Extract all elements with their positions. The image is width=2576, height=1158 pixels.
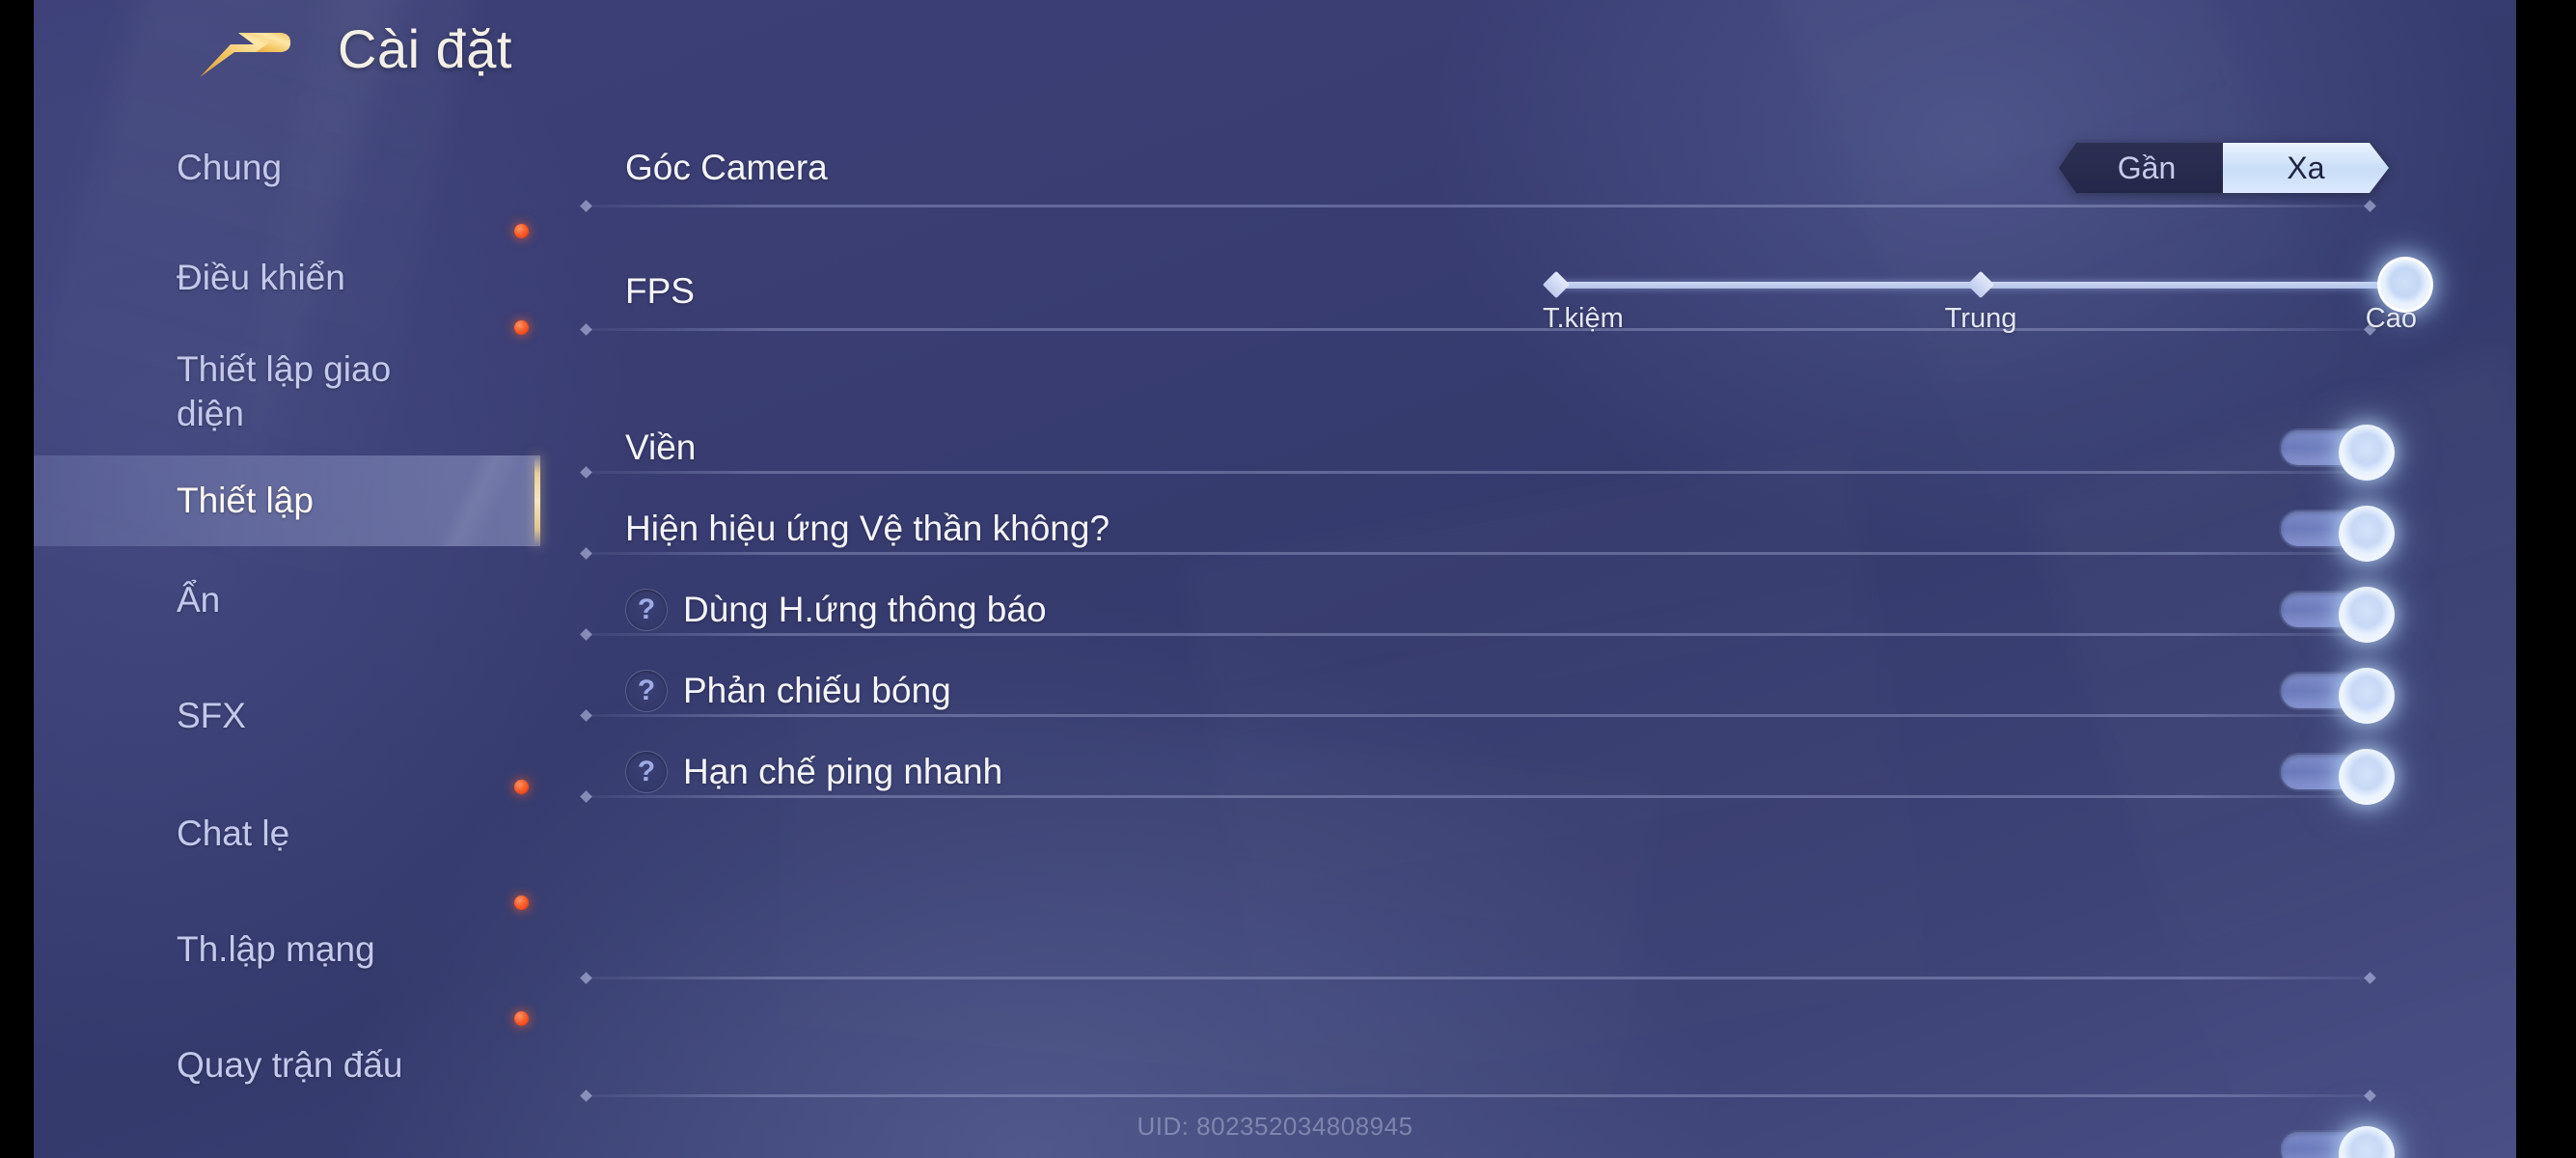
row-label: Hạn chế ping nhanh [683,752,1003,791]
settings-row: ? Hạn chế ping nhanh [540,731,2516,813]
settings-row: Góc Camera Gần Xa [540,127,2516,208]
help-question-icon[interactable]: ? [625,670,668,712]
sidebar-active-accent-bar [534,455,540,546]
sidebar-item-label: Điều khiển [177,258,345,298]
segment-option-1[interactable]: Xa [2223,143,2389,193]
game-settings-screen: Cài đặt Chung Điều khiển Thiết lập giao di… [0,0,2576,1158]
letterbox-left [0,0,34,1158]
sidebar-item-2[interactable]: Thiết lập giao diện [34,334,540,450]
toggle-knob[interactable] [2339,668,2395,724]
sidebar-item-7[interactable]: Th.lập mạng [34,909,540,990]
settings-sidebar[interactable]: Chung Điều khiển Thiết lập giao diện Thiết … [34,127,540,1158]
row-label-group: FPS [540,271,695,312]
sidebar-item-5[interactable]: SFX [34,676,540,757]
sidebar-item-label: Quay trận đấu [177,1045,403,1086]
toggle-knob[interactable] [2339,425,2395,481]
sidebar-item-label: Thiết lập [177,481,314,521]
settings-row: Viền [540,407,2516,488]
row-label: Phản chiếu bóng [683,671,951,710]
row-label-group: Hiện hiệu ứng Vệ thần không? [540,509,1110,549]
toggle-track [2279,587,2395,643]
row-label-group: Viền [540,427,696,468]
sidebar-item-6[interactable]: Chat lẹ [34,793,540,874]
slider-tick-1 [1966,270,1995,299]
row-label-group: ? Phản chiếu bóng [540,670,951,712]
setting-toggle-switch[interactable] [2279,668,2402,724]
sidebar-item-label: Chung [177,148,283,188]
settings-panel: Cài đặt Chung Điều khiển Thiết lập giao di… [34,0,2516,1158]
uid-text: UID: 802352034808945 [1137,1112,1413,1141]
sidebar-item-label: Chat lẹ [177,813,290,854]
camera-angle-segmented-control[interactable]: Gần Xa [2059,143,2389,193]
slider-tick-labels: T.kiệm Trung Cao [1543,303,2417,334]
sidebar-item-3[interactable]: Thiết lập [34,455,540,546]
sidebar-item-label: Thiết lập giao diện [177,349,392,433]
sidebar-badge-dot [514,780,529,794]
slider-tick-0 [1542,270,1571,299]
game-d-logo-icon [196,27,296,83]
letterbox-right [2516,0,2576,1158]
settings-row: ? Dùng H.ứng thông báo [540,569,2516,650]
toggle-knob[interactable] [2339,506,2395,562]
settings-row: ? Phản chiếu bóng [540,650,2516,731]
setting-toggle-switch[interactable] [2279,506,2402,562]
page-title: Cài đặt [338,18,512,79]
toggle-track [2279,668,2395,724]
toggle-knob[interactable] [2339,749,2395,805]
row-label: Góc Camera [625,148,828,187]
sidebar-badge-dot [514,1011,529,1026]
sidebar-badge-dot [514,224,529,238]
sidebar-badge-dot [514,320,529,335]
settings-content: Góc Camera Gần Xa FPS T.kiệm Trung Cao Viền Hiện… [540,127,2516,1158]
help-question-icon[interactable]: ? [625,589,668,631]
sidebar-item-label: Th.lập mạng [177,929,375,970]
toggle-track [2279,506,2395,562]
sidebar-item-4[interactable]: Ẩn [34,560,540,641]
help-question-icon[interactable]: ? [625,751,668,793]
row-label-group: ? Dùng H.ứng thông báo [540,589,1047,631]
row-divider [587,1094,2370,1097]
toggle-track [2279,749,2395,805]
slider-tick-label-2: Cao [2365,303,2417,334]
setting-toggle-switch[interactable] [2279,749,2402,805]
row-label-group: Góc Camera [540,148,828,188]
settings-row: FPS T.kiệm Trung Cao [540,251,2516,334]
header-bar: Cài đặt [34,0,2516,127]
sidebar-item-label: Ẩn [177,580,221,620]
row-divider [587,977,2370,979]
sidebar-item-8[interactable]: Quay trận đấu [34,1025,540,1106]
fps-slider[interactable]: T.kiệm Trung Cao [1542,257,2433,334]
row-label: FPS [625,271,695,311]
row-label: Viền [625,427,697,467]
sidebar-item-label: SFX [177,696,246,736]
settings-row: Hiện hiệu ứng Vệ thần không? [540,488,2516,569]
toggle-track [2279,425,2395,481]
row-label-group: ? Hạn chế ping nhanh [540,751,1002,793]
setting-toggle-switch[interactable] [2279,425,2402,481]
slider-tick-label-0: T.kiệm [1543,303,1624,334]
sidebar-badge-dot [514,896,529,910]
sidebar-active-sheen [399,455,534,546]
toggle-knob[interactable] [2339,587,2395,643]
sidebar-item-0[interactable]: Chung [34,127,540,208]
sidebar-item-1[interactable]: Điều khiển [34,237,540,318]
row-label: Dùng H.ứng thông báo [683,590,1047,629]
setting-toggle-switch[interactable] [2279,587,2402,643]
segment-option-0[interactable]: Gần [2059,143,2225,193]
slider-tick-label-1: Trung [1944,303,2017,334]
row-label: Hiện hiệu ứng Vệ thần không? [625,509,1110,548]
